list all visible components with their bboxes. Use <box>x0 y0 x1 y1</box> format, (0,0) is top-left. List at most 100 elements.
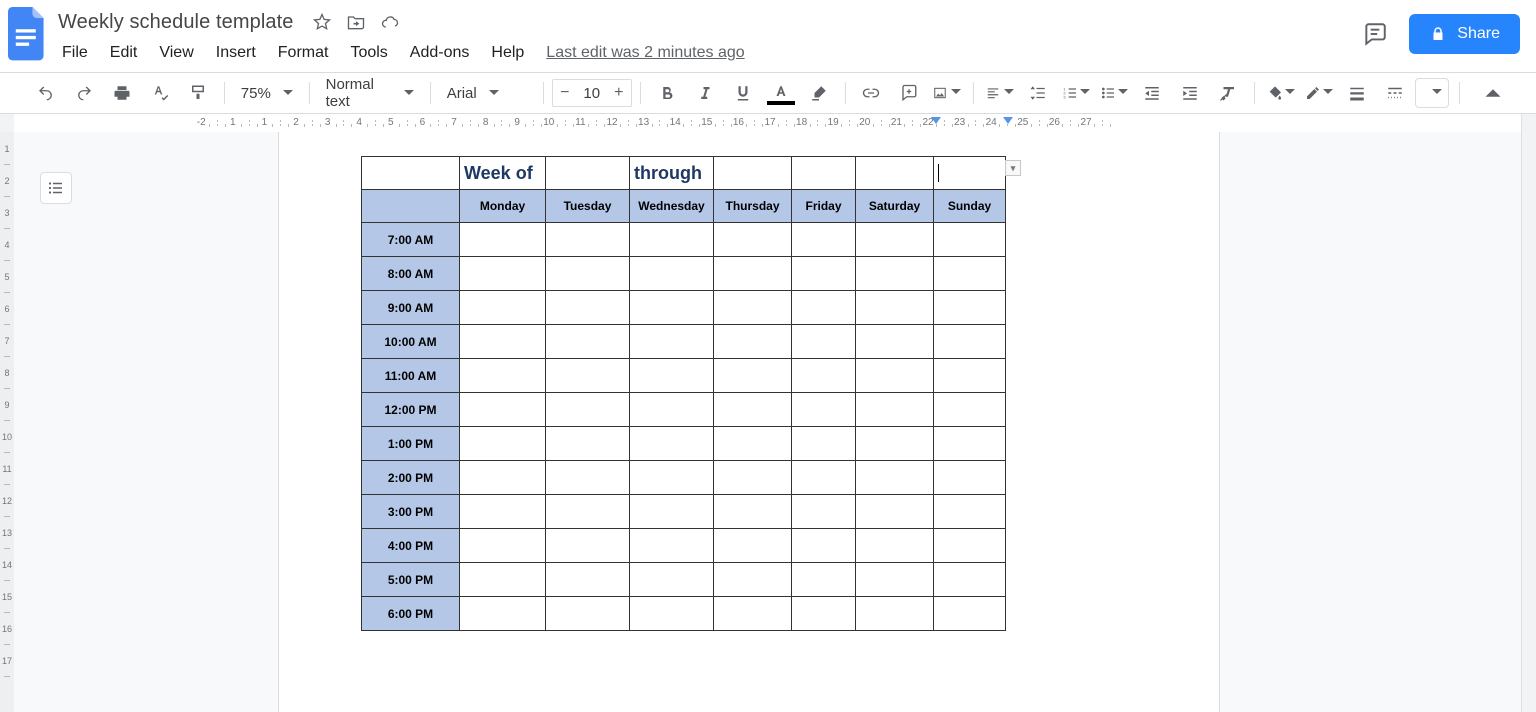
table-cell[interactable] <box>792 257 856 291</box>
table-cell[interactable] <box>546 393 630 427</box>
table-cell[interactable] <box>714 291 792 325</box>
border-dash-button[interactable] <box>1377 79 1413 107</box>
hour-label[interactable]: 12:00 PM <box>362 393 460 427</box>
table-cell[interactable] <box>460 393 546 427</box>
font-size-increase[interactable]: + <box>607 84 631 102</box>
table-cell[interactable] <box>546 461 630 495</box>
menu-insert[interactable]: Insert <box>206 40 266 66</box>
day-header[interactable]: Friday <box>792 190 856 223</box>
table-cell[interactable] <box>630 563 714 597</box>
table-cell[interactable] <box>934 563 1006 597</box>
zoom-combo[interactable]: 75% <box>233 79 301 107</box>
table-cell[interactable] <box>630 325 714 359</box>
table-cell[interactable] <box>546 291 630 325</box>
table-row[interactable]: 2:00 PM <box>362 461 1006 495</box>
table-cell[interactable] <box>546 325 630 359</box>
share-button[interactable]: Share <box>1409 14 1520 54</box>
table-row[interactable]: 12:00 PM <box>362 393 1006 427</box>
table-cell[interactable] <box>714 393 792 427</box>
paint-format-button[interactable] <box>180 79 216 107</box>
table-cell[interactable] <box>546 157 630 190</box>
hour-label[interactable]: 3:00 PM <box>362 495 460 529</box>
table-cell[interactable] <box>460 223 546 257</box>
checklist-button[interactable]: 123 <box>1058 79 1094 107</box>
table-cell[interactable] <box>714 157 792 190</box>
table-cell[interactable] <box>460 495 546 529</box>
table-cell[interactable] <box>934 461 1006 495</box>
table-cell[interactable] <box>934 291 1006 325</box>
table-cell[interactable] <box>792 495 856 529</box>
menu-view[interactable]: View <box>149 40 203 66</box>
table-cell[interactable] <box>856 325 934 359</box>
paragraph-style-combo[interactable]: Normal text <box>318 79 422 107</box>
text-color-button[interactable] <box>763 79 799 107</box>
day-header[interactable]: Thursday <box>714 190 792 223</box>
table-cell[interactable] <box>856 597 934 631</box>
font-size-decrease[interactable]: − <box>553 84 577 102</box>
table-cell[interactable] <box>630 257 714 291</box>
table-cell[interactable] <box>856 461 934 495</box>
editing-mode-button[interactable] <box>1415 78 1449 108</box>
menu-format[interactable]: Format <box>268 40 339 66</box>
table-cell[interactable] <box>792 427 856 461</box>
table-cell[interactable] <box>714 223 792 257</box>
table-cell[interactable] <box>630 359 714 393</box>
table-cell[interactable] <box>714 495 792 529</box>
table-cell[interactable] <box>856 291 934 325</box>
table-cell[interactable] <box>792 563 856 597</box>
cloud-status-button[interactable] <box>378 10 402 34</box>
table-cell[interactable] <box>460 291 546 325</box>
table-cell[interactable] <box>792 461 856 495</box>
table-cell[interactable] <box>934 495 1006 529</box>
highlight-color-button[interactable] <box>801 79 837 107</box>
table-cell[interactable] <box>546 529 630 563</box>
table-cell[interactable] <box>934 325 1006 359</box>
menu-edit[interactable]: Edit <box>100 40 148 66</box>
table-cell[interactable] <box>630 495 714 529</box>
table-cell[interactable] <box>546 223 630 257</box>
table-cell[interactable] <box>792 597 856 631</box>
week-of-cell[interactable]: Week of <box>460 157 546 190</box>
table-cell[interactable] <box>792 291 856 325</box>
table-cell[interactable] <box>856 563 934 597</box>
comments-button[interactable] <box>1355 14 1395 54</box>
hour-label[interactable]: 11:00 AM <box>362 359 460 393</box>
menu-tools[interactable]: Tools <box>340 40 397 66</box>
hour-label[interactable]: 10:00 AM <box>362 325 460 359</box>
insert-image-button[interactable] <box>929 79 965 107</box>
table-cell[interactable] <box>934 223 1006 257</box>
table-row[interactable]: 4:00 PM <box>362 529 1006 563</box>
hour-label[interactable]: 6:00 PM <box>362 597 460 631</box>
print-button[interactable] <box>104 79 140 107</box>
table-cell[interactable]: ▾ <box>934 157 1006 190</box>
bold-button[interactable] <box>649 79 685 107</box>
table-cell[interactable] <box>460 461 546 495</box>
table-cell[interactable] <box>856 223 934 257</box>
border-color-button[interactable] <box>1301 79 1337 107</box>
doc-title[interactable]: Weekly schedule template <box>52 9 300 36</box>
day-header[interactable]: Wednesday <box>630 190 714 223</box>
table-cell[interactable] <box>546 359 630 393</box>
table-row[interactable]: 6:00 PM <box>362 597 1006 631</box>
table-cell[interactable] <box>460 597 546 631</box>
undo-button[interactable] <box>28 79 64 107</box>
table-row[interactable]: Week of through ▾ <box>362 157 1006 190</box>
table-cell[interactable] <box>856 427 934 461</box>
table-row[interactable]: 5:00 PM <box>362 563 1006 597</box>
last-edit-link[interactable]: Last edit was 2 minutes ago <box>536 40 754 66</box>
move-button[interactable] <box>344 10 368 34</box>
table-row[interactable]: 8:00 AM <box>362 257 1006 291</box>
table-cell[interactable] <box>460 359 546 393</box>
table-row[interactable]: 3:00 PM <box>362 495 1006 529</box>
table-cell[interactable] <box>792 359 856 393</box>
horizontal-ruler[interactable]: -211234567891011121314151617181920212223… <box>14 114 1522 133</box>
table-cell[interactable] <box>630 393 714 427</box>
table-cell[interactable] <box>714 325 792 359</box>
vertical-scrollbar[interactable] <box>1521 114 1536 712</box>
schedule-table[interactable]: Week of through ▾ Monday Tuesday Wednesd <box>361 156 1006 631</box>
hour-label[interactable]: 7:00 AM <box>362 223 460 257</box>
table-row[interactable]: 7:00 AM <box>362 223 1006 257</box>
menu-help[interactable]: Help <box>481 40 534 66</box>
table-cell[interactable] <box>630 291 714 325</box>
outline-toggle-button[interactable] <box>40 172 72 204</box>
